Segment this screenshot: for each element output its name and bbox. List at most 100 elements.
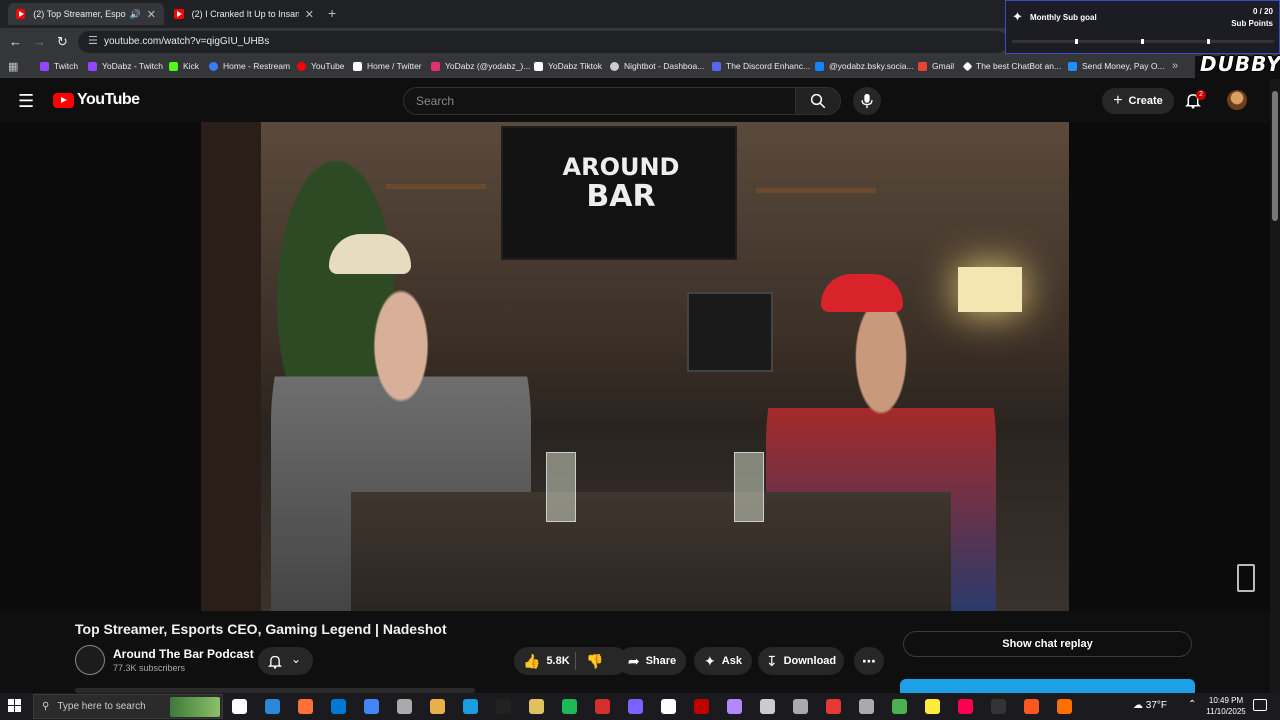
- paypal-icon: [1068, 61, 1077, 71]
- app-icon[interactable]: [892, 699, 907, 714]
- tray-overflow-icon[interactable]: ⌃: [1188, 699, 1196, 710]
- account-avatar[interactable]: [1227, 90, 1247, 110]
- app-icon[interactable]: [991, 699, 1006, 714]
- clock-time[interactable]: 10:49 PM: [1203, 696, 1249, 705]
- app-icon[interactable]: [529, 699, 544, 714]
- bookmark-restream[interactable]: Home - Restream: [209, 61, 290, 71]
- site-info-icon[interactable]: ☰: [88, 34, 98, 47]
- url-text[interactable]: youtube.com/watch?v=qigGIU_UHBs: [104, 36, 269, 47]
- youtube-icon: [297, 61, 306, 71]
- spotify-icon[interactable]: [562, 699, 577, 714]
- windows-start-icon[interactable]: [8, 699, 22, 713]
- show-chat-replay-button[interactable]: Show chat replay: [903, 631, 1192, 657]
- bookmark-twitter[interactable]: Home / Twitter: [353, 61, 422, 71]
- twitch-icon: [40, 61, 49, 71]
- app-icon[interactable]: [958, 699, 973, 714]
- epic-games-icon[interactable]: [496, 699, 511, 714]
- video-player[interactable]: AROUND BAR: [0, 122, 1270, 611]
- like-count: 5.8K: [546, 655, 570, 667]
- twitch-icon: [88, 61, 97, 71]
- omnibox[interactable]: ☰ youtube.com/watch?v=qigGIU_UHBs: [78, 31, 1008, 53]
- bookmark-yodabz-twitch[interactable]: YoDabz - Twitch: [88, 61, 163, 71]
- back-icon[interactable]: ←: [9, 34, 22, 49]
- firefox-icon[interactable]: [298, 699, 313, 714]
- weather-widget[interactable]: ☁ 37°F: [1133, 700, 1167, 711]
- notification-settings-button[interactable]: ⌄: [258, 647, 313, 675]
- bookmark-twitch[interactable]: Twitch: [40, 61, 78, 71]
- app-icon[interactable]: [1024, 699, 1039, 714]
- tab-close-icon[interactable]: ✕: [305, 8, 314, 21]
- instagram-icon: [431, 61, 440, 71]
- chrome-icon[interactable]: [364, 699, 379, 714]
- copilot-icon[interactable]: [265, 699, 280, 714]
- menu-icon[interactable]: ☰: [18, 92, 34, 110]
- page-scrollbar[interactable]: [1270, 79, 1280, 693]
- app-icon[interactable]: [1057, 699, 1072, 714]
- channel-avatar[interactable]: [75, 645, 105, 675]
- action-center-icon[interactable]: [1253, 699, 1267, 711]
- browser-tab-active[interactable]: (2) Top Streamer, Esports C 🔊 ✕: [8, 3, 164, 25]
- tiktok-icon: [534, 61, 543, 71]
- bookmark-paypal[interactable]: Send Money, Pay O...: [1068, 61, 1165, 71]
- channel-watermark-icon[interactable]: [1237, 564, 1255, 592]
- bookmark-bluesky[interactable]: @yodabz.bsky.socia...: [815, 61, 914, 71]
- app-icon[interactable]: [826, 699, 841, 714]
- bookmarks-overflow-icon[interactable]: »: [1172, 60, 1178, 72]
- steam-icon[interactable]: [463, 699, 478, 714]
- bookmark-tiktok[interactable]: YoDabz Tiktok: [534, 61, 602, 71]
- ask-button[interactable]: ✦ Ask: [694, 647, 752, 675]
- file-explorer-icon[interactable]: [430, 699, 445, 714]
- settings-icon[interactable]: [760, 699, 775, 714]
- create-button[interactable]: + Create: [1102, 88, 1174, 114]
- bookmark-chatbot[interactable]: The best ChatBot an...: [962, 61, 1061, 71]
- scene-glass: [734, 452, 764, 522]
- discord-icon[interactable]: [628, 699, 643, 714]
- app-icon[interactable]: [595, 699, 610, 714]
- share-button[interactable]: ➦ Share: [618, 647, 686, 675]
- bookmark-youtube[interactable]: YouTube: [297, 61, 344, 71]
- new-tab-icon[interactable]: +: [328, 5, 336, 21]
- like-button[interactable]: 👍 5.8K: [514, 653, 570, 670]
- browser-tab[interactable]: (2) I Cranked It Up to Insane N ✕: [166, 3, 322, 25]
- search-box[interactable]: [403, 87, 796, 115]
- task-view-icon[interactable]: [232, 699, 247, 714]
- clock-date[interactable]: 11/10/2025: [1203, 707, 1249, 716]
- download-button[interactable]: ↧ Download: [758, 647, 844, 675]
- plus-icon: +: [1113, 92, 1123, 109]
- app-icon[interactable]: [793, 699, 808, 714]
- windows-taskbar: ⚲ Type here to search ☁ 37°F ⌃ 10:49 PM …: [0, 693, 1280, 720]
- channel-name[interactable]: Around The Bar Podcast: [113, 647, 254, 661]
- reload-icon[interactable]: ↻: [57, 34, 68, 50]
- youtube-logo-icon[interactable]: [53, 93, 74, 108]
- taskbar-search-box[interactable]: ⚲ Type here to search: [33, 694, 223, 719]
- scene-wall: [201, 122, 261, 611]
- voice-search-button[interactable]: [853, 87, 881, 115]
- app-icon[interactable]: [925, 699, 940, 714]
- microphone-icon: [861, 93, 873, 109]
- app-icon[interactable]: [859, 699, 874, 714]
- thumbs-down-icon[interactable]: 👎: [586, 653, 603, 670]
- scene-cap-left: [329, 234, 411, 274]
- bookmark-instagram[interactable]: YoDabz (@yodabz_)...: [431, 61, 530, 71]
- bookmark-gmail[interactable]: Gmail: [918, 61, 954, 71]
- search-input[interactable]: [404, 88, 795, 114]
- bookmark-kick[interactable]: Kick: [169, 61, 199, 71]
- more-actions-button[interactable]: ⋯: [854, 647, 884, 675]
- edge-icon[interactable]: [331, 699, 346, 714]
- goal-count: 0 / 20: [1252, 7, 1273, 16]
- youtube-logo-text[interactable]: YouTube: [77, 91, 140, 109]
- sidebar-card-partial: [900, 679, 1195, 693]
- bookmark-nightbot[interactable]: Nightbot - Dashboa...: [610, 61, 704, 71]
- scrollbar-thumb[interactable]: [1272, 91, 1278, 221]
- forward-icon[interactable]: →: [33, 34, 46, 49]
- speaker-icon[interactable]: 🔊: [130, 9, 141, 20]
- obs-icon[interactable]: [397, 699, 412, 714]
- tab-close-icon[interactable]: ✕: [147, 8, 156, 21]
- youtube-favicon-icon: [16, 9, 26, 19]
- search-button[interactable]: [795, 87, 841, 115]
- app-icon[interactable]: [727, 699, 742, 714]
- bookmark-discord-enhancer[interactable]: The Discord Enhanc...: [712, 61, 810, 71]
- tiktok-icon[interactable]: [661, 699, 676, 714]
- app-icon[interactable]: [694, 699, 709, 714]
- apps-grid-icon[interactable]: ▦: [8, 60, 18, 73]
